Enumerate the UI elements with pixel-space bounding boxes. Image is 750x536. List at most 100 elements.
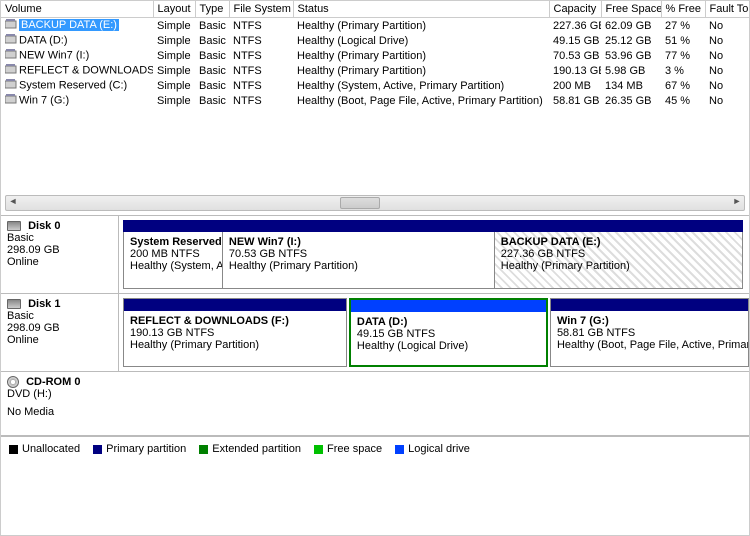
disk-label-cd[interactable]: CD-ROM 0 DVD (H:) No Media bbox=[1, 372, 119, 435]
volume-table[interactable]: Volume Layout Type File System Status Ca… bbox=[1, 1, 749, 108]
cell-status: Healthy (System, Active, Primary Partiti… bbox=[293, 78, 549, 93]
scroll-track[interactable] bbox=[20, 196, 730, 210]
cell-capacity: 49.15 GB bbox=[549, 33, 601, 48]
cell-free: 26.35 GB bbox=[601, 93, 661, 108]
partition-sub: 190.13 GB NTFS bbox=[130, 327, 340, 339]
disk-title: Disk 0 bbox=[28, 220, 60, 232]
volume-icon bbox=[5, 94, 17, 107]
legend-label: Primary partition bbox=[106, 443, 186, 455]
horizontal-scrollbar[interactable]: ◄ ► bbox=[5, 195, 745, 211]
partition-block[interactable]: System Reserved (C:)200 MB NTFSHealthy (… bbox=[124, 232, 223, 288]
partition-title: REFLECT & DOWNLOADS (F:) bbox=[130, 315, 340, 327]
cell-free: 134 MB bbox=[601, 78, 661, 93]
partition-sub: 58.81 GB NTFS bbox=[557, 327, 742, 339]
cell-status: Healthy (Primary Partition) bbox=[293, 63, 549, 78]
cell-fault: No bbox=[705, 33, 749, 48]
col-capacity[interactable]: Capacity bbox=[549, 1, 601, 18]
volume-icon bbox=[5, 79, 17, 92]
scroll-thumb[interactable] bbox=[340, 197, 380, 209]
cell-status: Healthy (Primary Partition) bbox=[293, 18, 549, 34]
cd-sub: DVD (H:) bbox=[7, 388, 113, 400]
disk-graph-1: REFLECT & DOWNLOADS (F:)190.13 GB NTFSHe… bbox=[119, 294, 749, 371]
partition-block[interactable]: NEW Win7 (I:)70.53 GB NTFSHealthy (Prima… bbox=[223, 232, 495, 288]
table-row[interactable]: NEW Win7 (I:)SimpleBasicNTFSHealthy (Pri… bbox=[1, 48, 749, 63]
partition-block[interactable]: DATA (D:)49.15 GB NTFSHealthy (Logical D… bbox=[349, 298, 548, 367]
cell-fs: NTFS bbox=[229, 93, 293, 108]
legend: Unallocated Primary partition Extended p… bbox=[1, 436, 749, 461]
col-free[interactable]: Free Space bbox=[601, 1, 661, 18]
disk-row-1[interactable]: Disk 1 Basic 298.09 GB Online REFLECT & … bbox=[1, 294, 749, 372]
col-status[interactable]: Status bbox=[293, 1, 549, 18]
volume-name: DATA (D:) bbox=[19, 34, 67, 46]
table-header-row[interactable]: Volume Layout Type File System Status Ca… bbox=[1, 1, 749, 18]
cell-status: Healthy (Primary Partition) bbox=[293, 48, 549, 63]
volume-name: BACKUP DATA (E:) bbox=[19, 19, 119, 31]
legend-label: Unallocated bbox=[22, 443, 80, 455]
disk-icon bbox=[7, 299, 21, 309]
cell-fs: NTFS bbox=[229, 48, 293, 63]
partition-title: BACKUP DATA (E:) bbox=[501, 236, 736, 248]
partition-block[interactable]: REFLECT & DOWNLOADS (F:)190.13 GB NTFSHe… bbox=[123, 298, 347, 367]
cell-capacity: 70.53 GB bbox=[549, 48, 601, 63]
cell-pct: 51 % bbox=[661, 33, 705, 48]
cell-capacity: 200 MB bbox=[549, 78, 601, 93]
cell-fault: No bbox=[705, 18, 749, 34]
partition-status: Healthy (Boot, Page File, Active, Primar… bbox=[557, 339, 742, 351]
partition-title: System Reserved (C:) bbox=[130, 236, 216, 248]
legend-label: Logical drive bbox=[408, 443, 470, 455]
col-volume[interactable]: Volume bbox=[1, 1, 153, 18]
volume-name: REFLECT & DOWNLOADS (F:) bbox=[19, 64, 153, 76]
cell-free: 5.98 GB bbox=[601, 63, 661, 78]
col-fault[interactable]: Fault Toleranc bbox=[705, 1, 749, 18]
disk-type: Basic bbox=[7, 310, 112, 322]
table-row[interactable]: BACKUP DATA (E:)SimpleBasicNTFSHealthy (… bbox=[1, 18, 749, 34]
cell-free: 62.09 GB bbox=[601, 18, 661, 34]
cell-capacity: 58.81 GB bbox=[549, 93, 601, 108]
partition-header-stripe bbox=[551, 299, 748, 311]
cell-type: Basic bbox=[195, 33, 229, 48]
partition-status: Healthy (Primary Partition) bbox=[130, 339, 340, 351]
partition-status: Healthy (System, Active bbox=[130, 260, 216, 272]
cell-free: 53.96 GB bbox=[601, 48, 661, 63]
volume-name: System Reserved (C:) bbox=[19, 79, 127, 91]
partition-status: Healthy (Primary Partition) bbox=[501, 260, 736, 272]
cell-type: Basic bbox=[195, 48, 229, 63]
cell-type: Basic bbox=[195, 93, 229, 108]
col-type[interactable]: Type bbox=[195, 1, 229, 18]
table-row[interactable]: Win 7 (G:)SimpleBasicNTFSHealthy (Boot, … bbox=[1, 93, 749, 108]
volume-icon bbox=[5, 64, 17, 77]
disk-label-1[interactable]: Disk 1 Basic 298.09 GB Online bbox=[1, 294, 119, 371]
legend-label: Free space bbox=[327, 443, 382, 455]
col-fs[interactable]: File System bbox=[229, 1, 293, 18]
partition-block[interactable]: Win 7 (G:)58.81 GB NTFSHealthy (Boot, Pa… bbox=[550, 298, 749, 367]
cell-pct: 27 % bbox=[661, 18, 705, 34]
disk-type: Basic bbox=[7, 232, 112, 244]
disk-row-cd[interactable]: CD-ROM 0 DVD (H:) No Media bbox=[1, 372, 749, 436]
partition-block[interactable]: BACKUP DATA (E:)227.36 GB NTFSHealthy (P… bbox=[495, 232, 742, 288]
cell-status: Healthy (Logical Drive) bbox=[293, 33, 549, 48]
table-row[interactable]: DATA (D:)SimpleBasicNTFSHealthy (Logical… bbox=[1, 33, 749, 48]
disk-state: Online bbox=[7, 334, 112, 346]
disk-graph-0: System Reserved (C:)200 MB NTFSHealthy (… bbox=[119, 216, 749, 293]
volume-icon bbox=[5, 19, 17, 32]
disk-row-0[interactable]: Disk 0 Basic 298.09 GB Online System Res… bbox=[1, 216, 749, 294]
disk-size: 298.09 GB bbox=[7, 322, 112, 334]
col-layout[interactable]: Layout bbox=[153, 1, 195, 18]
cell-fs: NTFS bbox=[229, 78, 293, 93]
disk-label-0[interactable]: Disk 0 Basic 298.09 GB Online bbox=[1, 216, 119, 293]
cell-layout: Simple bbox=[153, 78, 195, 93]
col-pct[interactable]: % Free bbox=[661, 1, 705, 18]
legend-swatch-free bbox=[314, 445, 323, 454]
scroll-right-arrow-icon[interactable]: ► bbox=[730, 196, 744, 210]
table-row[interactable]: System Reserved (C:)SimpleBasicNTFSHealt… bbox=[1, 78, 749, 93]
volume-icon bbox=[5, 34, 17, 47]
disk-icon bbox=[7, 221, 21, 231]
cell-pct: 45 % bbox=[661, 93, 705, 108]
cell-layout: Simple bbox=[153, 48, 195, 63]
cell-type: Basic bbox=[195, 18, 229, 34]
partition-header-stripe bbox=[124, 299, 346, 311]
legend-swatch-unallocated bbox=[9, 445, 18, 454]
table-row[interactable]: REFLECT & DOWNLOADS (F:)SimpleBasicNTFSH… bbox=[1, 63, 749, 78]
cell-fs: NTFS bbox=[229, 33, 293, 48]
scroll-left-arrow-icon[interactable]: ◄ bbox=[6, 196, 20, 210]
